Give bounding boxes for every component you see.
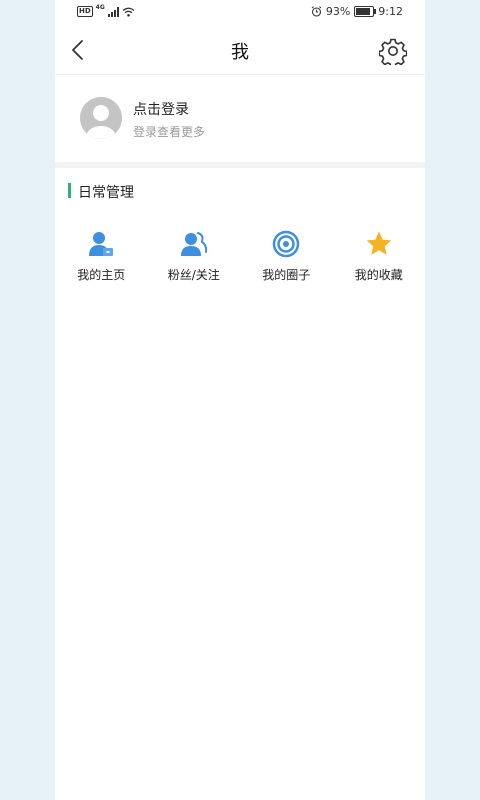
section-accent-bar [68, 183, 71, 198]
signal-icon [107, 6, 119, 17]
status-left: HD 4G [77, 4, 135, 17]
login-profile-row[interactable]: 点击登录 登录查看更多 [55, 75, 425, 162]
alarm-icon [311, 6, 322, 17]
login-subtitle: 登录查看更多 [133, 125, 206, 139]
section-gap [55, 162, 425, 168]
fans-follow-icon [180, 232, 207, 256]
avatar [80, 97, 122, 139]
my-circle-button[interactable]: 我的圈子 [240, 230, 333, 290]
status-right: 93% 9:12 [311, 5, 403, 18]
star-icon [366, 231, 392, 255]
network-type: 4G [95, 4, 105, 11]
section-title: 日常管理 [78, 185, 134, 201]
wifi-icon [122, 7, 135, 17]
default-avatar-icon [80, 97, 122, 139]
grid-label: 我的收藏 [354, 268, 403, 282]
login-title: 点击登录 [133, 102, 189, 118]
gear-icon[interactable] [379, 37, 407, 65]
my-favorites-button[interactable]: 我的收藏 [333, 230, 426, 290]
my-homepage-button[interactable]: 我的主页 [55, 230, 148, 290]
hd-badge: HD [77, 6, 93, 17]
circle-target-icon [273, 230, 300, 258]
top-header: 我 [55, 26, 425, 74]
shortcut-grid: 我的主页 粉丝/关注 我的圈子 我的收藏 [55, 230, 425, 290]
phone-screen: HD 4G 93% 9:12 我 点击登录 登录查看更多 日常管理 我的主页 粉… [55, 0, 425, 800]
battery-icon [354, 6, 377, 17]
battery-percent: 93% [325, 5, 351, 18]
grid-label: 我的圈子 [262, 268, 311, 282]
grid-label: 我的主页 [77, 268, 126, 282]
status-bar: HD 4G 93% 9:12 [55, 0, 425, 26]
status-time: 9:12 [378, 5, 403, 18]
grid-label: 粉丝/关注 [167, 268, 220, 282]
user-home-icon [89, 232, 114, 256]
fans-follow-button[interactable]: 粉丝/关注 [148, 230, 241, 290]
page-title: 我 [231, 42, 249, 63]
